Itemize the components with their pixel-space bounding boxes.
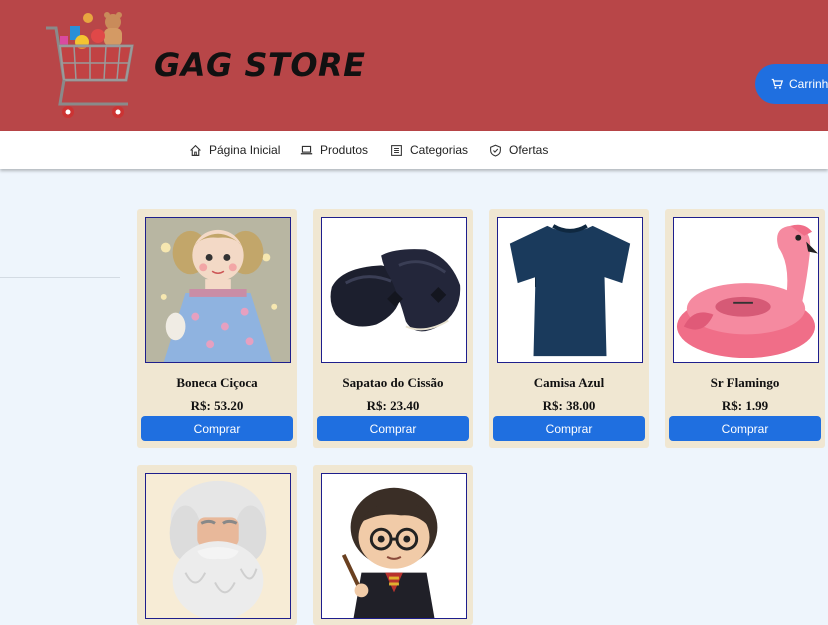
cart-button[interactable]: Carrinho [755,64,828,104]
site-header: GAG STORE Carrinho [0,0,828,131]
cart-button-label: Carrinho [789,77,828,91]
buy-button[interactable]: Comprar [141,416,293,441]
buy-button[interactable]: Comprar [669,416,821,441]
product-card [137,465,297,625]
product-name: Boneca Ciçoca [176,375,258,390]
product-image-santa-beard-wig[interactable] [145,473,291,619]
buy-button[interactable]: Comprar [493,416,645,441]
nav-item-ofertas[interactable]: Ofertas [489,131,548,169]
product-card [313,465,473,625]
nav-item-categorias[interactable]: Categorias [390,131,468,169]
store-brand-title[interactable]: GAG STORE [154,46,366,84]
buy-button[interactable]: Comprar [317,416,469,441]
product-price: R$: 53.20 [190,398,244,413]
nav-item-produtos[interactable]: Produtos [300,131,368,169]
product-card: Sapatao do Cissão R$: 23.40 Comprar [313,209,473,448]
shield-check-icon [490,144,501,157]
product-name: Camisa Azul [533,375,605,390]
product-price: R$: 23.40 [366,398,420,413]
laptop-icon [300,145,313,154]
product-card: Camisa Azul R$: 38.00 Comprar [489,209,649,448]
nav-item-label: Categorias [410,143,469,157]
product-image-harry-potter-figure[interactable] [321,473,467,619]
nav-item-label: Ofertas [509,143,549,157]
product-image-baby-shoes[interactable] [321,217,467,363]
product-price: R$: 38.00 [542,398,596,413]
main-nav: Página Inicial Produtos Categorias Ofert… [0,131,828,169]
shopping-cart-logo[interactable] [40,8,134,122]
product-card: Sr Flamingo R$: 1.99 Comprar [665,209,825,448]
product-name: Sapatao do Cissão [342,375,444,390]
product-name: Sr Flamingo [710,375,780,390]
nav-item-home[interactable]: Página Inicial [189,131,280,169]
cart-icon [771,78,783,89]
product-image-blue-shirt[interactable] [497,217,643,363]
product-card: Boneca Ciçoca R$: 53.20 Comprar [137,209,297,448]
nav-item-label: Produtos [320,143,369,157]
product-image-doll[interactable] [145,217,291,363]
product-image-flamingo-float[interactable] [673,217,819,363]
sidebar-divider [0,277,120,278]
home-icon [190,144,201,156]
nav-item-label: Página Inicial [209,143,281,157]
product-price: R$: 1.99 [721,398,769,413]
list-icon [391,144,402,156]
